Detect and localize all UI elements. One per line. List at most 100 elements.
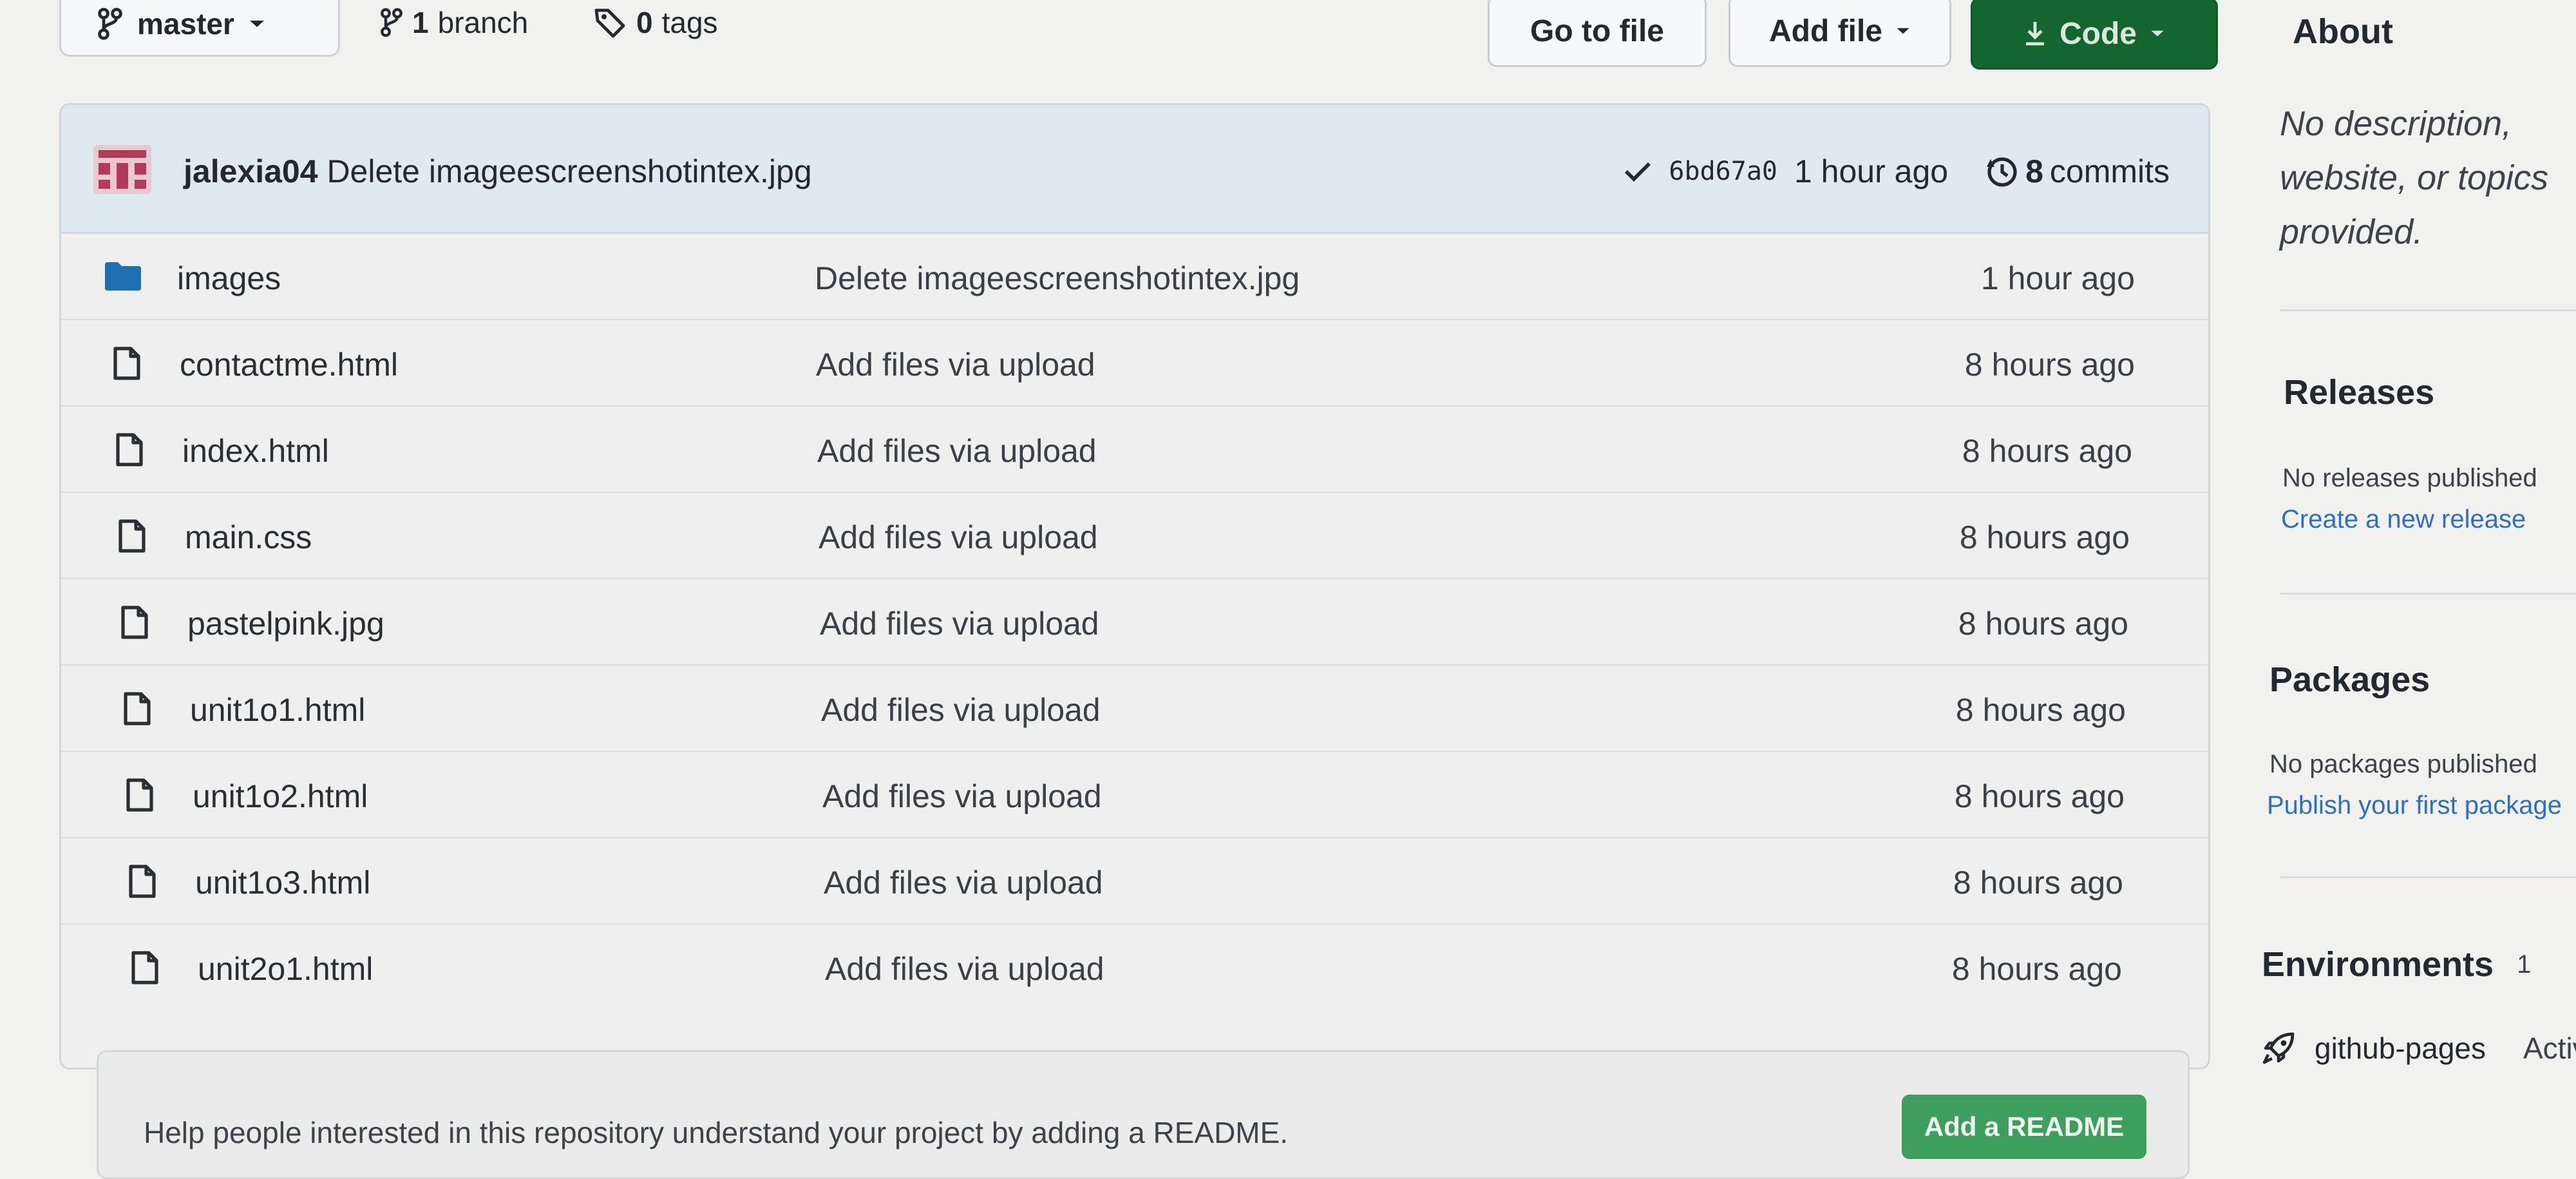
divider xyxy=(2280,593,2576,595)
file-row: unit1o2.html Add files via upload 8 hour… xyxy=(61,752,2208,838)
file-row: main.css Add files via upload 8 hours ag… xyxy=(61,493,2208,579)
file-icon xyxy=(126,778,154,812)
file-row: pastelpink.jpg Add files via upload 8 ho… xyxy=(61,579,2208,666)
create-release-link[interactable]: Create a new release xyxy=(2281,505,2526,534)
chevron-down-icon xyxy=(249,19,265,29)
environment-status: Active xyxy=(2523,1031,2576,1065)
branches-count: 1 xyxy=(412,6,429,39)
file-age: 8 hours ago xyxy=(1953,865,2123,901)
file-name-link[interactable]: unit1o1.html xyxy=(190,691,365,729)
packages-empty-text: No packages published xyxy=(2269,750,2537,778)
file-commit-message-link[interactable]: Add files via upload xyxy=(825,950,1104,988)
file-name-link[interactable]: pastelpink.jpg xyxy=(187,605,384,642)
avatar[interactable] xyxy=(93,145,151,194)
rocket-icon xyxy=(2262,1031,2295,1065)
environments-title: Environments xyxy=(2262,945,2494,984)
file-row: unit1o3.html Add files via upload 8 hour… xyxy=(61,838,2208,925)
file-age: 1 hour ago xyxy=(1980,260,2135,296)
file-row: index.html Add files via upload 8 hours … xyxy=(61,407,2208,493)
branches-label: branch xyxy=(437,6,529,39)
file-name-link[interactable]: images xyxy=(177,260,281,297)
file-icon xyxy=(120,605,149,640)
go-to-file-label: Go to file xyxy=(1530,14,1664,48)
commit-author-link[interactable]: jalexia04 xyxy=(184,153,318,189)
history-icon xyxy=(1984,154,2019,189)
file-commit-message-link[interactable]: Add files via upload xyxy=(819,519,1098,556)
code-button[interactable]: Code xyxy=(1971,0,2218,70)
environments-heading[interactable]: Environments 1 xyxy=(2262,944,2531,984)
add-readme-label: Add a README xyxy=(1924,1111,2125,1142)
file-age: 8 hours ago xyxy=(1954,778,2125,814)
file-icon xyxy=(128,864,156,899)
add-file-label: Add file xyxy=(1769,14,1882,48)
add-file-button[interactable]: Add file xyxy=(1728,0,1951,67)
file-icon xyxy=(123,691,151,726)
divider xyxy=(2280,309,2576,311)
file-commit-message-link[interactable]: Delete imageescreenshotintex.jpg xyxy=(815,260,1300,297)
environment-name-link[interactable]: github-pages xyxy=(2315,1031,2486,1066)
commit-sha-link[interactable]: 6bd67a0 xyxy=(1669,157,1777,186)
packages-heading[interactable]: Packages xyxy=(2269,660,2430,700)
file-row: unit2o1.html Add files via upload 8 hour… xyxy=(61,925,2208,1011)
readme-prompt-text: Help people interested in this repositor… xyxy=(144,1116,1289,1149)
file-age: 8 hours ago xyxy=(1962,433,2132,469)
file-commit-message-link[interactable]: Add files via upload xyxy=(821,691,1101,729)
file-icon xyxy=(113,346,141,381)
about-description: No description, website, or topics provi… xyxy=(2280,104,2549,251)
releases-empty-text: No releases published xyxy=(2282,464,2537,492)
file-age: 8 hours ago xyxy=(1955,692,2126,728)
commits-history-link[interactable]: 8 commits xyxy=(1984,153,2170,190)
file-name-link[interactable]: unit1o3.html xyxy=(195,864,370,901)
file-browser: jalexia04 Delete imageescreenshotintex.j… xyxy=(59,103,2210,1069)
file-age: 8 hours ago xyxy=(1951,951,2122,987)
branch-name: master xyxy=(137,6,234,41)
repo-sidebar: About No description, website, or topics… xyxy=(2241,0,2576,1160)
download-icon xyxy=(2023,19,2047,48)
readme-prompt: Help people interested in this repositor… xyxy=(97,1050,2190,1179)
branch-select-button[interactable]: master xyxy=(59,0,340,57)
branch-icon xyxy=(97,7,123,41)
divider xyxy=(2280,876,2576,878)
go-to-file-button[interactable]: Go to file xyxy=(1488,0,1707,67)
file-age: 8 hours ago xyxy=(1964,347,2135,383)
file-icon xyxy=(115,432,144,467)
add-readme-button[interactable]: Add a README xyxy=(1902,1095,2146,1159)
tags-label: tags xyxy=(661,6,718,39)
tags-link[interactable]: 0 tags xyxy=(592,0,718,45)
commit-time: 1 hour ago xyxy=(1794,153,1949,189)
file-name-link[interactable]: unit2o1.html xyxy=(198,950,373,988)
commits-label: commits xyxy=(2049,153,2170,189)
file-age: 8 hours ago xyxy=(1959,519,2130,555)
file-name-link[interactable]: index.html xyxy=(182,432,329,470)
commits-count: 8 xyxy=(2025,153,2043,189)
tag-icon xyxy=(592,5,627,40)
file-icon xyxy=(131,950,159,985)
file-commit-message-link[interactable]: Add files via upload xyxy=(824,864,1103,901)
tags-count: 0 xyxy=(636,6,653,39)
file-row: images Delete imageescreenshotintex.jpg … xyxy=(61,234,2208,320)
file-row: unit1o1.html Add files via upload 8 hour… xyxy=(61,666,2208,752)
file-name-link[interactable]: unit1o2.html xyxy=(193,778,368,815)
file-name-link[interactable]: contactme.html xyxy=(180,346,398,383)
latest-commit-bar: jalexia04 Delete imageescreenshotintex.j… xyxy=(61,105,2208,234)
file-icon xyxy=(118,519,146,553)
chevron-down-icon xyxy=(2150,29,2165,38)
about-heading: About xyxy=(2293,12,2393,51)
file-commit-message-link[interactable]: Add files via upload xyxy=(817,432,1097,470)
file-row: contactme.html Add files via upload 8 ho… xyxy=(61,320,2208,407)
chevron-down-icon xyxy=(1895,26,1911,35)
file-commit-message-link[interactable]: Add files via upload xyxy=(822,778,1102,815)
code-label: Code xyxy=(2060,16,2137,51)
environment-item[interactable]: github-pages Active xyxy=(2262,1031,2576,1066)
check-icon xyxy=(1624,160,1652,183)
branches-link[interactable]: 1 branch xyxy=(380,0,528,45)
file-name-link[interactable]: main.css xyxy=(185,519,312,556)
file-commit-message-link[interactable]: Add files via upload xyxy=(820,605,1099,642)
commit-message-link[interactable]: Delete imageescreenshotintex.jpg xyxy=(327,153,811,189)
branch-icon xyxy=(380,6,403,39)
file-commit-message-link[interactable]: Add files via upload xyxy=(816,346,1095,383)
releases-heading[interactable]: Releases xyxy=(2284,372,2434,412)
environments-count: 1 xyxy=(2517,950,2532,979)
file-list: images Delete imageescreenshotintex.jpg … xyxy=(61,234,2208,1011)
publish-package-link[interactable]: Publish your first package xyxy=(2267,791,2562,820)
